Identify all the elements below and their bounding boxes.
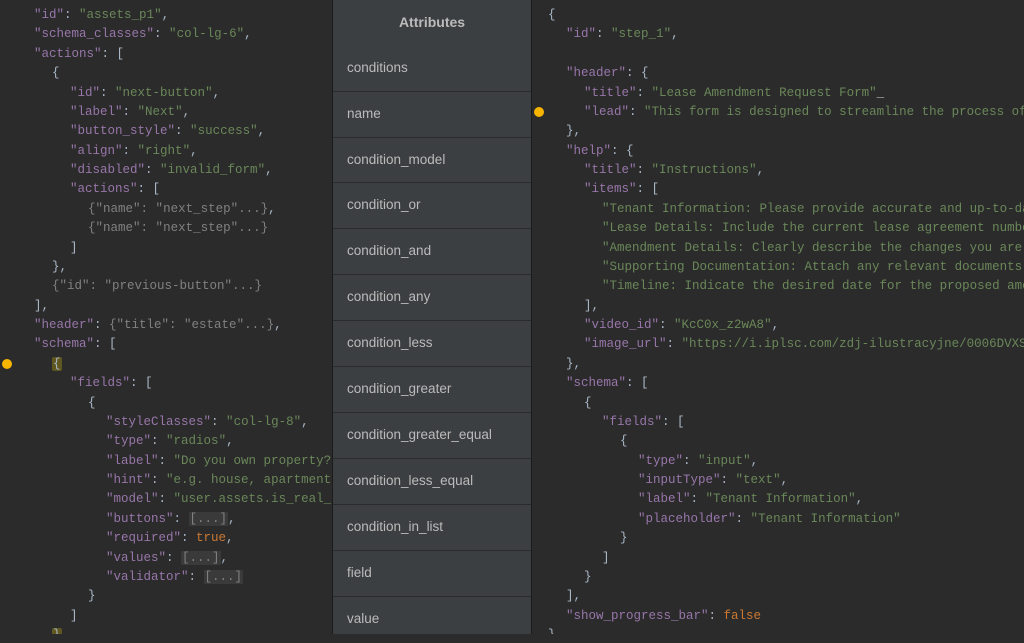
code-line: "Amendment Details: Clearly describe the…	[548, 239, 1020, 258]
code-line: "id": "step_1",	[548, 25, 1020, 44]
attr-item-name[interactable]: name	[333, 92, 531, 138]
code-line: "show_progress_bar": false	[548, 607, 1020, 626]
code-line: "Timeline: Indicate the desired date for…	[548, 277, 1020, 296]
attr-item-condition-any[interactable]: condition_any	[333, 275, 531, 321]
code-line: "validator": [...]	[16, 568, 328, 587]
code-line: },	[548, 355, 1020, 374]
code-line: "schema": [	[548, 374, 1020, 393]
code-line: "actions": [	[16, 45, 328, 64]
attr-item-condition-less-equal[interactable]: condition_less_equal	[333, 459, 531, 505]
code-line: {"name": "next_step"...},	[16, 200, 328, 219]
code-line: ]	[548, 549, 1020, 568]
code-line: "buttons": [...],	[16, 510, 328, 529]
code-line: "title": "Lease Amendment Request Form"_	[548, 84, 1020, 103]
attr-item-condition-model[interactable]: condition_model	[333, 138, 531, 184]
code-line: {	[16, 394, 328, 413]
code-line: "actions": [	[16, 180, 328, 199]
code-line: "image_url": "https://i.iplsc.com/zdj-il…	[548, 335, 1020, 354]
code-line: "id": "next-button",	[16, 84, 328, 103]
code-line: "items": [	[548, 180, 1020, 199]
code-line: ]	[16, 239, 328, 258]
code-line: ],	[548, 297, 1020, 316]
attr-item-condition-in-list[interactable]: condition_in_list	[333, 505, 531, 551]
code-line: "inputType": "text",	[548, 471, 1020, 490]
code-line: "type": "input",	[548, 452, 1020, 471]
code-line: "help": {	[548, 142, 1020, 161]
code-line: "header": {"title": "estate"...},	[16, 316, 328, 335]
code-line: "id": "assets_p1",	[16, 6, 328, 25]
code-line: ],	[548, 587, 1020, 606]
attr-item-condition-or[interactable]: condition_or	[333, 183, 531, 229]
code-line: "Supporting Documentation: Attach any re…	[548, 258, 1020, 277]
code-line: "placeholder": "Tenant Information"	[548, 510, 1020, 529]
attr-item-conditions[interactable]: conditions	[333, 46, 531, 92]
code-line: {	[16, 355, 328, 374]
code-line	[548, 45, 1020, 64]
code-line: "required": true,	[16, 529, 328, 548]
code-line: "schema_classes": "col-lg-6",	[16, 25, 328, 44]
code-line: "title": "Instructions",	[548, 161, 1020, 180]
code-line: "button_style": "success",	[16, 122, 328, 141]
code-line: "Tenant Information: Please provide accu…	[548, 200, 1020, 219]
attr-item-condition-less[interactable]: condition_less	[333, 321, 531, 367]
code-line: "lead": "This form is designed to stream…	[548, 103, 1020, 122]
code-line: "label": "Do you own property?",	[16, 452, 328, 471]
code-line: }	[548, 626, 1020, 634]
code-line: {	[548, 432, 1020, 451]
code-line: "values": [...],	[16, 549, 328, 568]
code-line: "disabled": "invalid_form",	[16, 161, 328, 180]
code-line: {	[16, 64, 328, 83]
code-line: "fields": [	[548, 413, 1020, 432]
code-line: "label": "Next",	[16, 103, 328, 122]
code-line: "align": "right",	[16, 142, 328, 161]
code-line: "video_id": "KcC0x_z2wA8",	[548, 316, 1020, 335]
code-line: "styleClasses": "col-lg-8",	[16, 413, 328, 432]
attr-item-condition-and[interactable]: condition_and	[333, 229, 531, 275]
code-line: }	[548, 568, 1020, 587]
code-line: ]	[16, 607, 328, 626]
attr-item-condition-greater[interactable]: condition_greater	[333, 367, 531, 413]
code-line: "fields": [	[16, 374, 328, 393]
code-line: "type": "radios",	[16, 432, 328, 451]
code-line: {	[548, 394, 1020, 413]
code-line: {"id": "previous-button"...}	[16, 277, 328, 296]
attr-item-condition-greater-equal[interactable]: condition_greater_equal	[333, 413, 531, 459]
code-line: }	[16, 626, 328, 634]
attr-item-field[interactable]: field	[333, 551, 531, 597]
code-line: {"name": "next_step"...}	[16, 219, 328, 238]
code-line: {	[548, 6, 1020, 25]
code-line: "header": {	[548, 64, 1020, 83]
code-line: "hint": "e.g. house, apartment, plot",	[16, 471, 328, 490]
attr-item-value[interactable]: value	[333, 597, 531, 643]
code-line: "schema": [	[16, 335, 328, 354]
attributes-header: Attributes	[333, 0, 531, 46]
code-line: }	[16, 587, 328, 606]
attributes-panel: Attributes conditions name condition_mod…	[332, 0, 532, 634]
right-code-pane[interactable]: { "id": "step_1", "header": { "title": "…	[532, 0, 1024, 634]
code-line: "Lease Details: Include the current leas…	[548, 219, 1020, 238]
code-line: },	[548, 122, 1020, 141]
code-line: "model": "user.assets.is_real_estates",	[16, 490, 328, 509]
left-code-pane[interactable]: "id": "assets_p1", "schema_classes": "co…	[0, 0, 332, 634]
code-line: "label": "Tenant Information",	[548, 490, 1020, 509]
code-line: ],	[16, 297, 328, 316]
code-line: }	[548, 529, 1020, 548]
code-line: },	[16, 258, 328, 277]
